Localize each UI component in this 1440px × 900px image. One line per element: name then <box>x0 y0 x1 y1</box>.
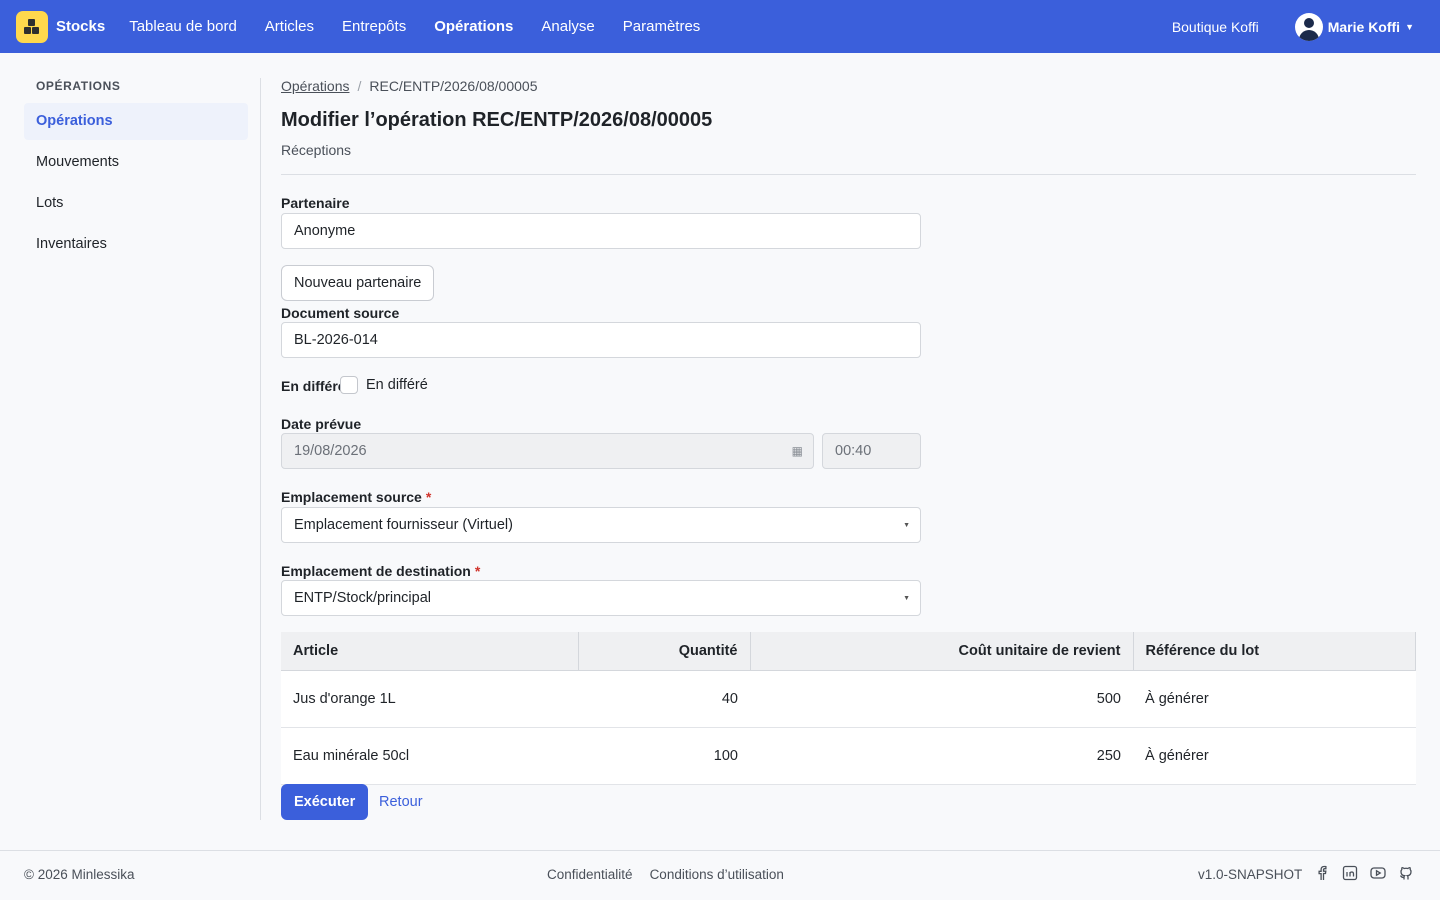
operation-lines-table: Article Quantité Coût unitaire de revien… <box>281 632 1416 785</box>
destination-location-label-text: Emplacement de destination <box>281 563 471 579</box>
destination-location-select[interactable]: ENTP/Stock/principal ▼ <box>281 580 921 616</box>
brand-name[interactable]: Stocks <box>56 18 105 35</box>
column-header-quantity: Quantité <box>578 632 751 671</box>
partner-label: Partenaire <box>281 195 350 211</box>
nav-settings[interactable]: Paramètres <box>623 18 701 35</box>
sidebar: OPÉRATIONS Opérations Mouvements Lots In… <box>24 78 248 267</box>
destination-location-value: ENTP/Stock/principal <box>294 590 431 606</box>
nav-operations[interactable]: Opérations <box>434 18 513 35</box>
planned-date-value: 19/08/2026 <box>294 443 367 459</box>
sidebar-item-inventories[interactable]: Inventaires <box>24 226 248 263</box>
deferred-checkbox-label[interactable]: En différé <box>366 377 428 393</box>
source-location-label-text: Emplacement source <box>281 489 422 505</box>
app-version: v1.0-SNAPSHOT <box>1198 867 1303 882</box>
breadcrumb-operations-link[interactable]: Opérations <box>281 78 349 94</box>
cell-unit-cost: 250 <box>750 727 1133 785</box>
cell-lot-reference: À générer <box>1133 727 1416 785</box>
partner-select[interactable]: Anonyme <box>281 213 921 249</box>
sidebar-divider <box>260 78 261 820</box>
page-subtitle: Réceptions <box>281 142 352 158</box>
top-navbar: Stocks Tableau de bord Articles Entrepôt… <box>0 0 1440 53</box>
table-header-row: Article Quantité Coût unitaire de revien… <box>281 632 1416 671</box>
social-links <box>1314 865 1426 881</box>
nav-warehouses[interactable]: Entrepôts <box>342 18 406 35</box>
copyright: © 2026 Minlessika <box>24 867 135 882</box>
terms-link[interactable]: Conditions d’utilisation <box>650 867 784 882</box>
nav-articles[interactable]: Articles <box>265 18 314 35</box>
cell-article: Jus d'orange 1L <box>281 670 578 728</box>
destination-location-label: Emplacement de destination * <box>281 563 480 579</box>
cell-quantity: 100 <box>578 727 750 785</box>
nav-dashboard[interactable]: Tableau de bord <box>129 18 237 35</box>
new-partner-button[interactable]: Nouveau partenaire <box>281 265 435 301</box>
sidebar-title: OPÉRATIONS <box>36 79 121 93</box>
chevron-down-icon: ▼ <box>903 594 910 602</box>
user-name: Marie Koffi <box>1327 18 1401 35</box>
privacy-link[interactable]: Confidentialité <box>547 867 633 882</box>
nav-analysis[interactable]: Analyse <box>541 18 594 35</box>
source-location-label: Emplacement source * <box>281 489 431 505</box>
footer-links: Confidentialité Conditions d’utilisation <box>547 867 801 882</box>
sidebar-item-movements[interactable]: Mouvements <box>24 144 248 181</box>
planned-time-value: 00:40 <box>835 443 872 459</box>
table-row[interactable]: Eau minérale 50cl 100 250 À générer <box>281 727 1416 785</box>
source-document-value: BL-2026-014 <box>294 332 378 348</box>
back-link[interactable]: Retour <box>379 784 423 820</box>
youtube-icon[interactable] <box>1370 865 1386 881</box>
linkedin-icon[interactable] <box>1342 865 1358 881</box>
header-divider <box>281 174 1416 175</box>
deferred-label: En différé <box>281 378 346 394</box>
source-location-select[interactable]: Emplacement fournisseur (Virtuel) ▼ <box>281 507 921 543</box>
source-document-label: Document source <box>281 305 400 321</box>
planned-date-label: Date prévue <box>281 416 362 432</box>
shop-selector[interactable]: Boutique Koffi <box>1172 19 1259 35</box>
column-header-article: Article <box>281 632 579 671</box>
column-header-unit-cost: Coût unitaire de revient <box>750 632 1134 671</box>
user-menu[interactable]: Marie Koffi ▼ <box>1294 12 1414 41</box>
deferred-checkbox[interactable] <box>340 376 358 394</box>
breadcrumb-current: REC/ENTP/2026/08/00005 <box>369 78 538 94</box>
avatar-icon <box>1294 12 1323 41</box>
page-title: Modifier l’opération REC/ENTP/2026/08/00… <box>281 109 713 131</box>
required-mark: * <box>425 489 432 505</box>
source-document-input[interactable]: BL-2026-014 <box>281 322 921 358</box>
table-row[interactable]: Jus d'orange 1L 40 500 À générer <box>281 670 1416 728</box>
deferred-checkbox-row[interactable]: En différé <box>340 376 428 394</box>
sidebar-item-operations[interactable]: Opérations <box>24 103 248 140</box>
source-location-value: Emplacement fournisseur (Virtuel) <box>294 517 513 533</box>
breadcrumb-separator: / <box>357 78 362 94</box>
app-logo-icon[interactable] <box>16 10 48 43</box>
chevron-down-icon: ▼ <box>903 521 910 529</box>
cell-article: Eau minérale 50cl <box>281 727 578 785</box>
chevron-down-icon: ▼ <box>1405 21 1414 32</box>
footer: © 2026 Minlessika Confidentialité Condit… <box>0 850 1440 900</box>
breadcrumb: Opérations / REC/ENTP/2026/08/00005 <box>281 78 1416 94</box>
execute-button[interactable]: Exécuter <box>281 784 369 820</box>
calendar-icon: ▦ <box>791 444 803 458</box>
partner-value: Anonyme <box>294 223 356 239</box>
cell-quantity: 40 <box>578 670 750 728</box>
planned-date-input[interactable]: 19/08/2026 ▦ <box>281 433 814 469</box>
cell-unit-cost: 500 <box>750 670 1133 728</box>
sidebar-item-lots[interactable]: Lots <box>24 185 248 222</box>
github-icon[interactable] <box>1398 865 1414 881</box>
main-content: Opérations / REC/ENTP/2026/08/00005 Modi… <box>281 78 1416 820</box>
column-header-lot-reference: Référence du lot <box>1133 632 1416 671</box>
facebook-icon[interactable] <box>1314 865 1330 881</box>
required-mark: * <box>474 563 481 579</box>
cell-lot-reference: À générer <box>1133 670 1416 728</box>
planned-time-input[interactable]: 00:40 <box>822 433 921 469</box>
